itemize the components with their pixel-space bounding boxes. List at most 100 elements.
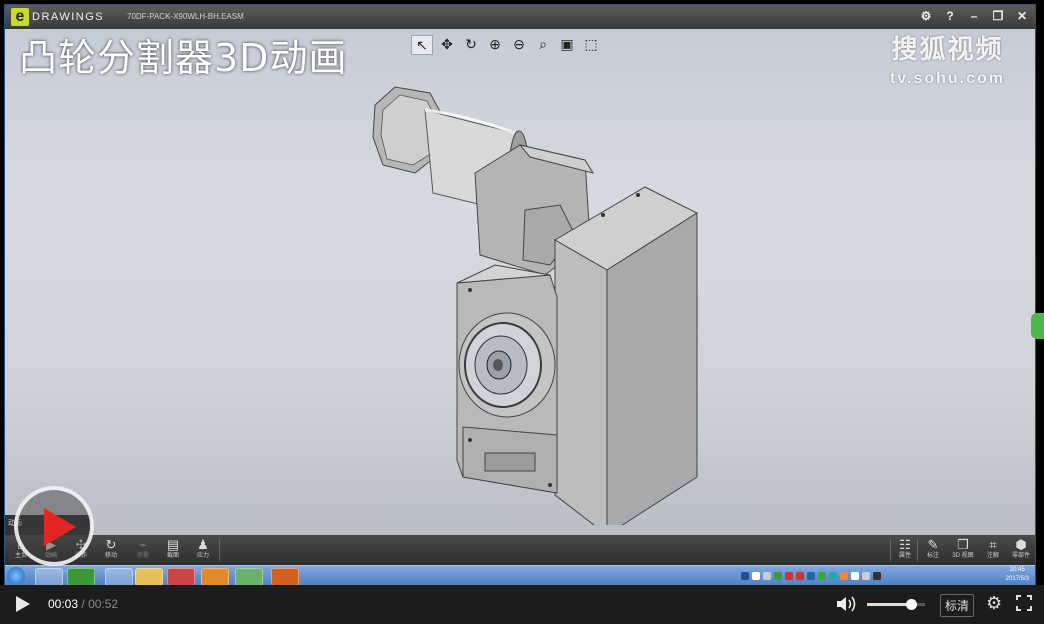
stress-button[interactable]: ♟ 应力 [189,537,217,561]
play-button[interactable] [16,596,30,612]
restore-button[interactable]: ❐ [991,9,1005,23]
close-button[interactable]: ✕ [1015,9,1029,23]
windows-taskbar: 20:45 2017/5/3 [5,565,1035,586]
section-icon: ▤ [166,537,180,552]
side-panel-handle[interactable] [1031,313,1044,339]
system-tray [741,566,1031,586]
command-bar-divider [219,539,220,561]
edrawings-window: e DRAWINGS 70DF-PACK-X90WLH-BH.EASM ⚙ ? … [4,4,1044,586]
current-time: 00:03 [48,597,79,611]
pan-icon[interactable]: ✥ [437,35,457,53]
cam-indexer-model [372,86,699,525]
components-icon: ⬢ [1015,537,1027,552]
file-name: 70DF-PACK-X90WLH-BH.EASM [127,12,244,21]
title-bar: e DRAWINGS 70DF-PACK-X90WLH-BH.EASM ⚙ ? … [5,5,1035,29]
3d-viewport[interactable]: 凸轮分割器3D动画 ↖ ✥ ↻ ⊕ ⊖ ⌕ ▣ ⬚ 搜狐视频 tv.sohu.c… [5,29,1044,559]
watermark-url: tv.sohu.com [889,70,1005,87]
clock-date: 2017/5/3 [1005,576,1029,582]
zoom-area-icon[interactable]: ⊕ [485,35,505,53]
measure-icon: ⌁ [139,537,147,552]
settings-icon[interactable]: ⚙ [919,9,933,23]
tray-icon[interactable] [807,572,815,580]
select-arrow-icon[interactable]: ↖ [411,35,433,55]
properties-button[interactable]: ☷ 属性 [891,537,919,561]
annotation-label: 注解 [986,553,999,559]
volume-slider[interactable] [867,599,925,610]
window-controls: ⚙ ? – ❐ ✕ [919,9,1029,23]
zoom-icon[interactable]: ⊖ [509,35,529,53]
tray-icon[interactable] [763,572,771,580]
markup-button[interactable]: ✎ 标注 [919,537,947,561]
command-bar-divider [917,539,918,561]
time-display: 00:03 / 00:52 [48,597,118,611]
view-toolbar: ↖ ✥ ↻ ⊕ ⊖ ⌕ ▣ ⬚ [411,35,601,55]
tray-icon[interactable] [741,572,749,580]
sohu-watermark: 搜狐视频 tv.sohu.com [890,29,1005,88]
tray-icon[interactable] [851,572,859,580]
measure-button[interactable]: ⌁ 测量 [129,537,157,561]
view-orientation-icon[interactable]: ⬚ [581,35,601,53]
tray-icon[interactable] [752,572,760,580]
chrome-taskbar-icon[interactable] [201,568,229,586]
clock-time: 20:45 [1009,567,1025,573]
tray-icon[interactable] [862,572,870,580]
watermark-cn: 搜狐视频 [891,35,1004,65]
tray-icon[interactable] [796,572,804,580]
annotation-button[interactable]: ⌗ 注解 [979,537,1007,561]
fullscreen-icon[interactable] [1016,595,1032,611]
start-button[interactable] [7,567,25,585]
quality-selector[interactable]: 标清 [940,594,975,617]
move-icon: ↻ [105,537,117,552]
zoom-fit-icon[interactable]: ⌕ [533,35,553,53]
tray-icon[interactable] [818,572,826,580]
document-taskbar-icon[interactable] [105,568,133,586]
solidworks-taskbar-icon[interactable] [235,568,263,586]
rotate-icon[interactable]: ↻ [461,35,481,53]
ie-taskbar-icon[interactable] [35,568,63,586]
tray-icon[interactable] [785,572,793,580]
properties-icon: ☷ [899,537,911,552]
minimize-button[interactable]: – [967,9,981,23]
video-overlay-title: 凸轮分割器3D动画 [19,36,348,80]
media-taskbar-icon[interactable] [167,568,195,586]
section-label: 截面 [166,553,179,559]
annotation-icon: ⌗ [989,537,997,552]
move-label: 移动 [104,553,117,559]
folder-taskbar-icon[interactable] [135,568,163,586]
markup-icon: ✎ [927,537,939,552]
section-button[interactable]: ▤ 截面 [159,537,187,561]
big-play-button[interactable] [14,486,94,566]
3d-view-button[interactable]: ❒ 3D 视图 [949,537,977,561]
edrawings-logo: e DRAWINGS [11,8,104,26]
move-button[interactable]: ↻ 移动 [97,537,125,561]
video-player: e DRAWINGS 70DF-PACK-X90WLH-BH.EASM ⚙ ? … [0,0,1044,624]
app-taskbar-icon[interactable] [67,568,95,586]
settings-gear-icon[interactable]: ⚙ [986,593,1002,614]
markup-label: 标注 [926,553,939,559]
components-button[interactable]: ⬢ 零部件 [1007,537,1035,561]
command-bar: ⌂ 主页 ▶ 动画 ✣ 爆炸 ↻ 移动 ⌁ 测量 ▤ 截面 ♟ 应力 ☷ 属性 … [5,535,1035,565]
volume-knob[interactable] [905,599,917,610]
tray-icon[interactable] [774,572,782,580]
time-separator: / [81,597,85,611]
tray-icon[interactable] [840,572,848,580]
3d-view-icon: ❒ [957,537,969,552]
play-icon [44,508,76,546]
stress-label: 应力 [196,553,209,559]
display-style-icon[interactable]: ▣ [557,35,577,53]
logo-text: DRAWINGS [32,11,105,23]
properties-label: 属性 [898,553,911,559]
3d-view-label: 3D 视图 [952,553,974,559]
total-time: 00:52 [88,597,119,611]
tray-icon[interactable] [829,572,837,580]
logo-e: e [11,8,29,26]
tray-icon[interactable] [873,572,881,580]
volume-icon[interactable] [835,595,859,613]
video-control-bar: 00:03 / 00:52 标清 ⚙ [0,585,1044,624]
volume-level-fill [867,603,911,606]
help-icon[interactable]: ? [943,9,957,23]
components-label: 零部件 [1011,553,1030,559]
taskbar-clock[interactable]: 20:45 2017/5/3 [1006,566,1029,584]
recorder-taskbar-icon[interactable] [271,568,299,586]
stress-icon: ♟ [197,537,209,552]
